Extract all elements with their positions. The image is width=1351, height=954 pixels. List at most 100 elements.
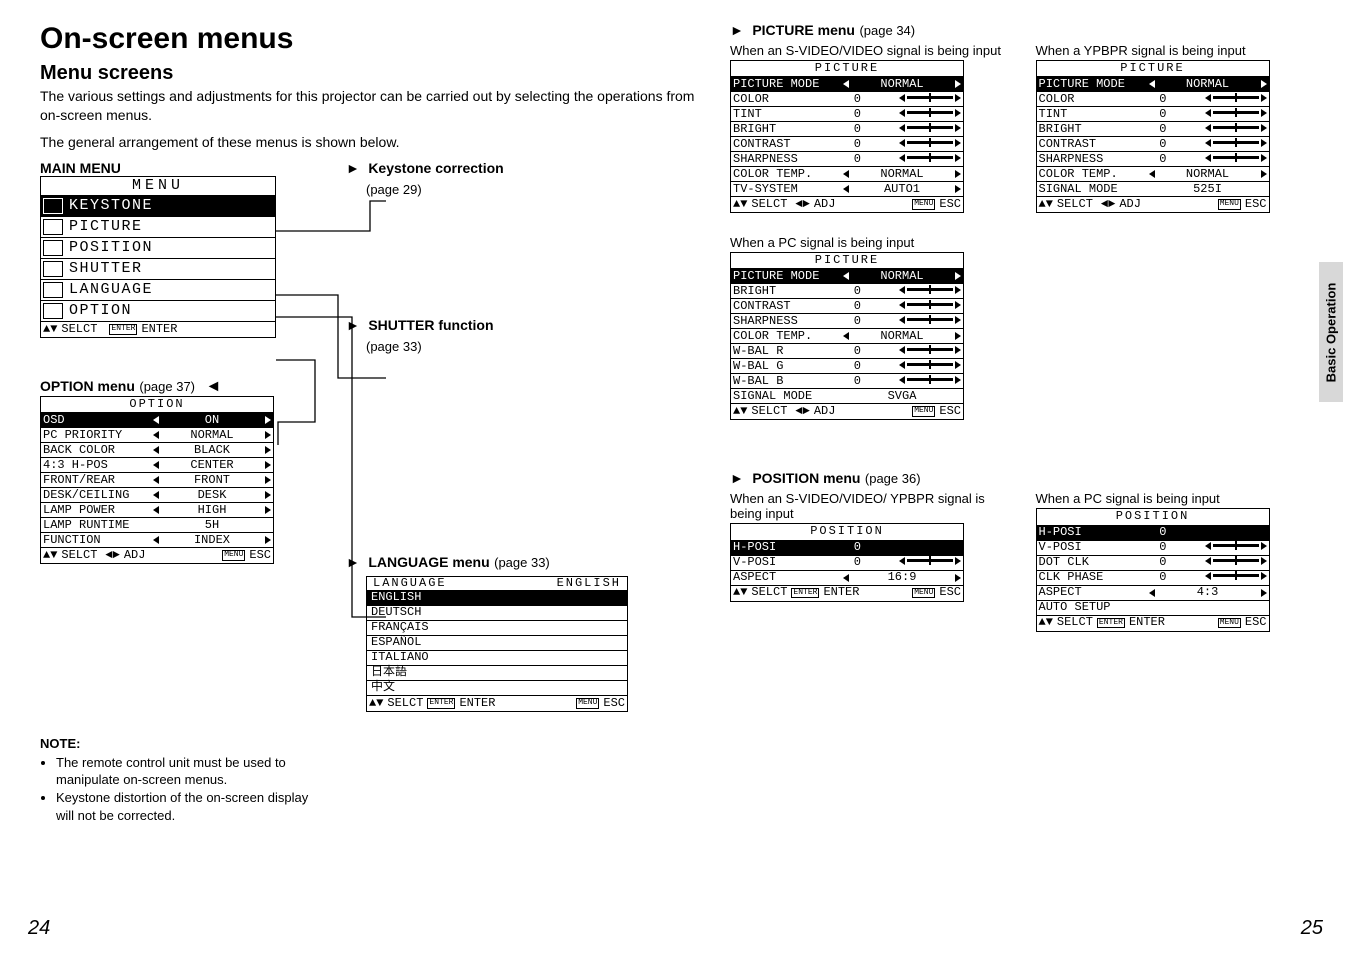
arrow-right-icon: ► [730, 470, 744, 486]
option-menu-panel: OPTIONOSDONPC PRIORITYNORMALBACK COLORBL… [40, 396, 274, 564]
menu-row: COLOR0 [731, 91, 963, 106]
intro-text-2: The general arrangement of these menus i… [40, 133, 700, 152]
picture-pc-panel: PICTUREPICTURE MODENORMALBRIGHT0CONTRAST… [730, 252, 964, 420]
panel-title: OPTION [41, 397, 273, 412]
menu-row: DOT CLK0 [1037, 555, 1269, 570]
menu-row: CLK PHASE0 [1037, 570, 1269, 585]
arrow-right-icon: ► [730, 22, 744, 38]
menu-row: SIGNAL MODESVGA [731, 388, 963, 403]
page-number-right: 25 [1301, 917, 1323, 940]
language-item: ESPAÑOL [367, 635, 627, 650]
menu-row: SIGNAL MODE525I [1037, 181, 1269, 196]
menu-row: DESK/CEILINGDESK [41, 487, 273, 502]
document-page: On-screen menus Menu screens The various… [0, 0, 1351, 954]
menu-row: AUTO SETUP [1037, 600, 1269, 615]
menu-row: W-BAL G0 [731, 358, 963, 373]
menu-row: COLOR TEMP.NORMAL [731, 166, 963, 181]
menu-item-icon [43, 240, 63, 256]
main-menu-item: POSITION [41, 237, 275, 258]
menu-footer: ▲▼SELCTENTERENTERMENUESC [367, 695, 627, 711]
main-menu-item: OPTION [41, 300, 275, 321]
menu-row: SHARPNESS0 [731, 313, 963, 328]
menu-row: FRONT/REARFRONT [41, 472, 273, 487]
shutter-label: SHUTTER function [368, 317, 493, 333]
panel-title: MENU [41, 177, 275, 196]
menu-row: CONTRAST0 [1037, 136, 1269, 151]
menu-row: TINT0 [731, 106, 963, 121]
menu-footer: ▲▼SELCTENTERENTERMENUESC [731, 585, 963, 601]
arrow-right-icon: ► [346, 554, 360, 570]
side-tab-label: Basic Operation [1324, 282, 1339, 382]
language-item: ENGLISH [367, 590, 627, 605]
menu-item-icon [43, 219, 63, 235]
arrow-left-icon: ◄ [205, 378, 221, 395]
menu-row: 4:3 H-POSCENTER [41, 457, 273, 472]
arrow-right-icon: ► [346, 160, 360, 176]
language-menu-panel: LANGUAGEENGLISHENGLISHDEUTSCHFRANÇAISESP… [366, 576, 628, 712]
language-ref: (page 33) [494, 555, 550, 570]
language-label: LANGUAGE menu [368, 554, 489, 570]
language-item: DEUTSCH [367, 605, 627, 620]
option-menu-label: OPTION menu [40, 378, 135, 394]
page-number-left: 24 [28, 917, 50, 940]
picture-sv-panel: PICTUREPICTURE MODENORMALCOLOR0TINT0BRIG… [730, 60, 964, 213]
menu-row: PICTURE MODENORMAL [1037, 76, 1269, 91]
menu-row: H-POSI0 [1037, 525, 1269, 540]
main-menu-panel: MENUKEYSTONEPICTUREPOSITIONSHUTTERLANGUA… [40, 176, 276, 339]
menu-row: W-BAL R0 [731, 343, 963, 358]
keystone-ref: (page 29) [366, 182, 628, 197]
menu-row: BACK COLORBLACK [41, 442, 273, 457]
main-menu-item: LANGUAGE [41, 279, 275, 300]
panel-title: POSITION [731, 524, 963, 539]
note-item-1: The remote control unit must be used to … [56, 754, 320, 789]
panel-title: LANGUAGEENGLISH [367, 577, 627, 590]
position-menu-label: POSITION menu [752, 470, 860, 486]
menu-row: FUNCTIONINDEX [41, 532, 273, 547]
option-menu-ref: (page 37) [139, 379, 195, 394]
page-title: On-screen menus [40, 22, 700, 56]
position-sv-panel: POSITIONH-POSI0V-POSI0ASPECT16:9▲▼SELCTE… [730, 523, 964, 601]
menu-row: PICTURE MODENORMAL [731, 76, 963, 91]
menu-row: TV-SYSTEMAUTO1 [731, 181, 963, 196]
language-item: 中文 [367, 680, 627, 695]
main-menu-item: PICTURE [41, 216, 275, 237]
menu-row: PC PRIORITYNORMAL [41, 427, 273, 442]
menu-footer: ▲▼SELCT◄►ADJMENUESC [41, 547, 273, 563]
note-heading: NOTE: [40, 736, 320, 751]
menu-row: V-POSI0 [1037, 540, 1269, 555]
menu-row: LAMP POWERHIGH [41, 502, 273, 517]
position-pc-panel: POSITIONH-POSI0V-POSI0DOT CLK0CLK PHASE0… [1036, 508, 1270, 631]
menu-item-icon [43, 303, 63, 319]
menu-row: TINT0 [1037, 106, 1269, 121]
menu-row: COLOR TEMP.NORMAL [1037, 166, 1269, 181]
menu-footer: ▲▼SELCT◄►ADJMENUESC [731, 403, 963, 419]
menu-item-icon [43, 261, 63, 277]
keystone-label: Keystone correction [368, 160, 503, 176]
menu-row: CONTRAST0 [731, 136, 963, 151]
menu-row: BRIGHT0 [1037, 121, 1269, 136]
menu-row: ASPECT4:3 [1037, 585, 1269, 600]
picture-yp-panel: PICTUREPICTURE MODENORMALCOLOR0TINT0BRIG… [1036, 60, 1270, 213]
picture-pc-caption: When a PC signal is being input [730, 235, 1311, 250]
section-title: Menu screens [40, 62, 700, 85]
panel-title: PICTURE [731, 61, 963, 76]
position-pc-caption: When a PC signal is being input [1036, 491, 1312, 506]
language-item: ITALIANO [367, 650, 627, 665]
menu-row: CONTRAST0 [731, 298, 963, 313]
language-item: FRANÇAIS [367, 620, 627, 635]
menu-item-icon [43, 282, 63, 298]
intro-text-1: The various settings and adjustments for… [40, 87, 700, 125]
menu-row: H-POSI0 [731, 540, 963, 555]
picture-sv-caption: When an S-VIDEO/VIDEO signal is being in… [730, 43, 1006, 58]
panel-title: PICTURE [1037, 61, 1269, 76]
panel-title: PICTURE [731, 253, 963, 268]
position-menu-ref: (page 36) [865, 471, 921, 486]
main-menu-item: KEYSTONE [41, 195, 275, 216]
menu-row: PICTURE MODENORMAL [731, 268, 963, 283]
menu-footer: ▲▼ SELCTENTERENTER [41, 321, 275, 337]
language-item: 日本語 [367, 665, 627, 680]
menu-row: SHARPNESS0 [731, 151, 963, 166]
arrow-right-icon: ► [346, 317, 360, 333]
menu-footer: ▲▼SELCTENTERENTERMENUESC [1037, 615, 1269, 631]
menu-row: W-BAL B0 [731, 373, 963, 388]
